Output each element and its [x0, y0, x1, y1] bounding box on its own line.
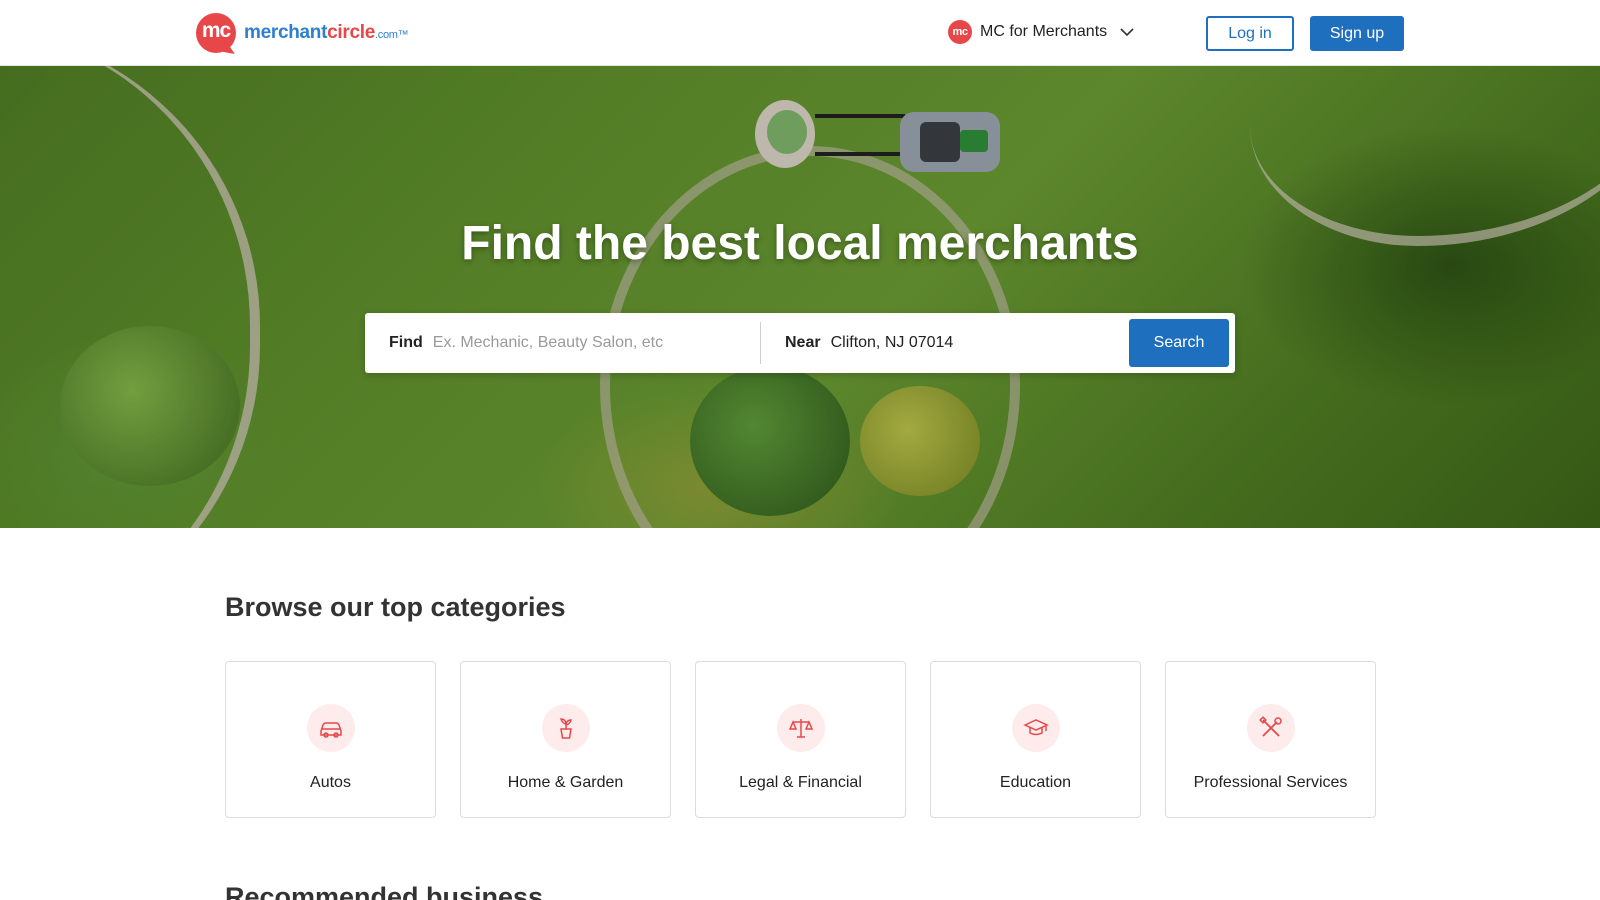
logo-wordmark: merchantcircle.com™ [244, 22, 409, 43]
search-button[interactable]: Search [1129, 319, 1229, 367]
mc-badge-icon: mc [948, 20, 972, 44]
mc-for-merchants-label: MC for Merchants [980, 23, 1108, 40]
site-logo[interactable]: mc merchantcircle.com™ [196, 13, 409, 54]
signup-button[interactable]: Sign up [1310, 16, 1404, 51]
find-input[interactable] [432, 334, 753, 352]
scales-icon [776, 704, 825, 752]
category-card-legal-financial[interactable]: Legal & Financial [695, 661, 906, 818]
near-label: Near [785, 334, 821, 351]
hero-banner: Find the best local merchants Find Near … [0, 66, 1600, 528]
mc-for-merchants-dropdown[interactable]: mc MC for Merchants [948, 20, 1135, 44]
category-card-professional-services[interactable]: Professional Services [1165, 661, 1376, 818]
near-input[interactable] [830, 334, 1111, 352]
hero-overlay [0, 66, 1600, 528]
find-field: Find [365, 313, 760, 373]
hero-title: Find the best local merchants [461, 217, 1139, 270]
category-card-autos[interactable]: Autos [225, 661, 436, 818]
logo-badge-icon: mc [196, 13, 240, 54]
chevron-down-icon [1120, 28, 1134, 37]
category-card-education[interactable]: Education [930, 661, 1141, 818]
category-label: Autos [310, 774, 351, 791]
near-field: Near [761, 313, 1129, 373]
search-bar: Find Near Search [365, 313, 1235, 373]
recommended-title: Recommended business [225, 882, 544, 900]
car-icon [306, 704, 355, 752]
category-label: Education [999, 774, 1072, 791]
category-label: Legal & Financial [739, 774, 862, 791]
graduation-cap-icon [1011, 704, 1060, 752]
tools-icon [1246, 704, 1295, 752]
potted-plant-icon [541, 704, 590, 752]
category-label: Home & Garden [507, 774, 624, 791]
site-header: mc merchantcircle.com™ mc MC for Merchan… [0, 0, 1600, 66]
find-label: Find [389, 334, 423, 351]
categories-title: Browse our top categories [225, 592, 566, 622]
category-label: Professional Services [1193, 774, 1348, 791]
category-card-home-garden[interactable]: Home & Garden [460, 661, 671, 818]
login-button[interactable]: Log in [1206, 16, 1294, 51]
category-list: Autos Home & Garden Legal & Financial Ed… [225, 661, 1376, 818]
